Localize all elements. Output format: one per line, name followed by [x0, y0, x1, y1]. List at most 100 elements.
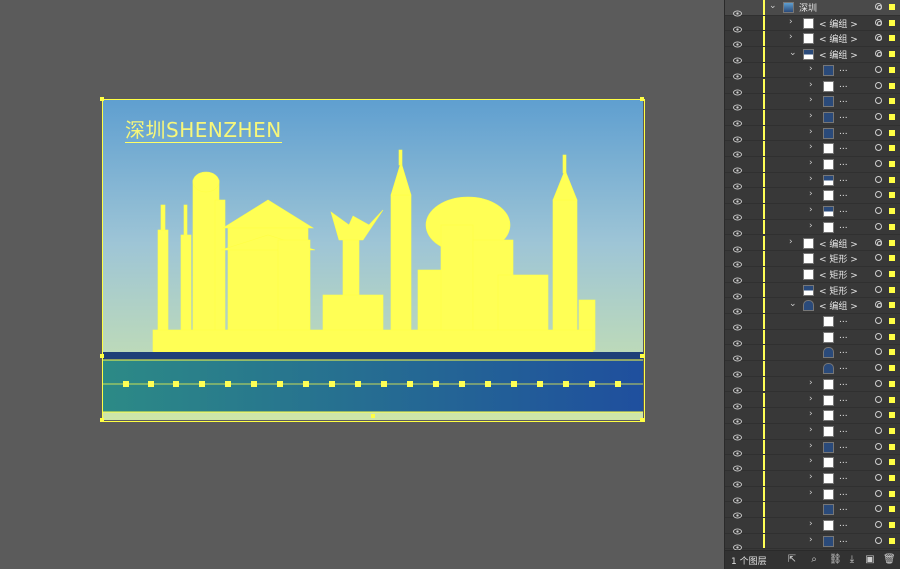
chevron-right-icon[interactable]: › [809, 535, 813, 545]
target-icon[interactable] [875, 3, 882, 10]
selection-handle[interactable] [640, 97, 644, 101]
selection-square[interactable] [889, 490, 895, 497]
chevron-right-icon[interactable]: › [809, 472, 813, 482]
eye-icon[interactable] [733, 427, 742, 441]
chevron-right-icon[interactable]: › [809, 80, 813, 90]
export-icon[interactable]: ⇱ [787, 555, 797, 565]
target-icon[interactable] [875, 364, 882, 372]
target-icon[interactable] [875, 254, 882, 262]
eye-icon[interactable] [733, 505, 742, 519]
layer-row[interactable]: ⌄ < 编组 > [725, 47, 900, 64]
target-icon[interactable] [875, 426, 882, 434]
eye-icon[interactable] [733, 254, 742, 268]
target-icon[interactable] [875, 458, 882, 466]
eye-icon[interactable] [733, 443, 742, 457]
layer-row[interactable]: ›... [725, 109, 900, 127]
layer-label[interactable]: ... [839, 174, 848, 184]
target-icon[interactable] [875, 34, 882, 42]
eye-icon[interactable] [733, 176, 742, 190]
link-icon[interactable]: ⛓ [829, 555, 842, 565]
selection-square[interactable] [889, 239, 895, 246]
target-icon[interactable] [875, 175, 882, 183]
layer-row[interactable]: ... [725, 345, 900, 362]
layer-label[interactable]: ... [839, 315, 848, 325]
chevron-right-icon[interactable]: › [809, 189, 813, 199]
selection-square[interactable] [889, 98, 895, 105]
selection-square[interactable] [889, 365, 895, 372]
layer-row[interactable]: ›... [725, 78, 900, 95]
layer-label[interactable]: ... [839, 409, 848, 419]
layer-row[interactable]: ⌄ 深圳 [725, 0, 900, 17]
artboard-title[interactable]: 深圳SHENZHEN [125, 118, 282, 143]
selection-square[interactable] [889, 192, 895, 199]
layer-row[interactable]: < 矩形 > [725, 282, 900, 300]
chevron-right-icon[interactable]: › [809, 127, 813, 137]
target-icon[interactable] [875, 222, 882, 230]
layer-row[interactable]: ›... [725, 486, 900, 504]
selection-square[interactable] [889, 412, 895, 419]
selection-handle[interactable] [640, 354, 644, 358]
eye-icon[interactable] [733, 97, 742, 111]
layer-label[interactable]: ... [839, 519, 848, 529]
eye-icon[interactable] [733, 50, 742, 64]
layer-row[interactable]: ... [725, 314, 900, 331]
eye-icon[interactable] [733, 239, 742, 252]
layer-label[interactable]: < 矩形 > [819, 268, 858, 281]
eye-icon[interactable] [733, 411, 742, 425]
layer-row[interactable]: › < 编组 > [725, 31, 900, 48]
selection-square[interactable] [889, 318, 895, 324]
chevron-right-icon[interactable]: › [809, 142, 813, 152]
selection-square[interactable] [889, 19, 895, 26]
chevron-right-icon[interactable]: › [809, 158, 813, 168]
selection-handle[interactable] [100, 418, 104, 422]
eye-icon[interactable] [733, 270, 742, 284]
search-icon[interactable]: ⌕ [809, 555, 819, 565]
eye-icon[interactable] [733, 333, 742, 347]
eye-icon[interactable] [733, 113, 742, 127]
selection-square[interactable] [889, 522, 895, 529]
layer-row[interactable]: ›... [725, 376, 900, 394]
layer-label[interactable]: ... [839, 535, 848, 545]
layer-label[interactable]: ... [839, 346, 848, 356]
layer-label[interactable]: ... [839, 142, 848, 152]
selection-square[interactable] [889, 537, 895, 544]
target-icon[interactable] [875, 411, 882, 419]
layer-row[interactable]: ⌄ < 编组 > [725, 298, 900, 315]
selection-square[interactable] [889, 349, 895, 356]
chevron-down-icon[interactable]: ⌄ [769, 1, 777, 11]
target-icon[interactable] [875, 65, 882, 73]
eye-icon[interactable] [733, 474, 742, 488]
new-layer-icon[interactable]: ▣ [865, 555, 875, 565]
chevron-right-icon[interactable]: › [809, 441, 813, 451]
layer-row[interactable]: ... [725, 329, 900, 347]
selection-square[interactable] [889, 35, 895, 42]
selection-square[interactable] [889, 270, 895, 277]
selection-square[interactable] [889, 333, 895, 340]
layer-label[interactable]: < 编组 > [819, 17, 858, 30]
chevron-right-icon[interactable]: › [809, 409, 813, 419]
layer-row[interactable]: ›... [725, 439, 900, 457]
layer-row[interactable]: ›... [725, 518, 900, 535]
chevron-right-icon[interactable]: › [809, 205, 813, 215]
canvas-area[interactable]: 深圳SHENZHEN [0, 0, 724, 569]
layer-label[interactable]: ... [839, 472, 848, 482]
selection-square[interactable] [889, 427, 895, 434]
layer-row[interactable]: ›... [725, 172, 900, 190]
selection-square[interactable] [889, 66, 895, 73]
selection-square[interactable] [889, 51, 895, 58]
layer-label[interactable]: < 矩形 > [819, 252, 858, 265]
eye-icon[interactable] [733, 490, 742, 504]
eye-icon[interactable] [733, 521, 742, 535]
selection-square[interactable] [889, 161, 895, 167]
layer-label[interactable]: < 矩形 > [819, 284, 858, 297]
layer-label[interactable]: ... [839, 503, 848, 513]
selection-square[interactable] [889, 176, 895, 183]
selection-square[interactable] [889, 255, 895, 262]
eye-icon[interactable] [733, 191, 742, 205]
eye-icon[interactable] [733, 537, 742, 550]
layer-row[interactable]: ›... [725, 408, 900, 425]
selection-handle[interactable] [371, 414, 375, 418]
layer-label[interactable]: ... [839, 425, 848, 435]
layer-label[interactable]: ... [839, 441, 848, 451]
layer-row[interactable]: < 矩形 > [725, 251, 900, 268]
